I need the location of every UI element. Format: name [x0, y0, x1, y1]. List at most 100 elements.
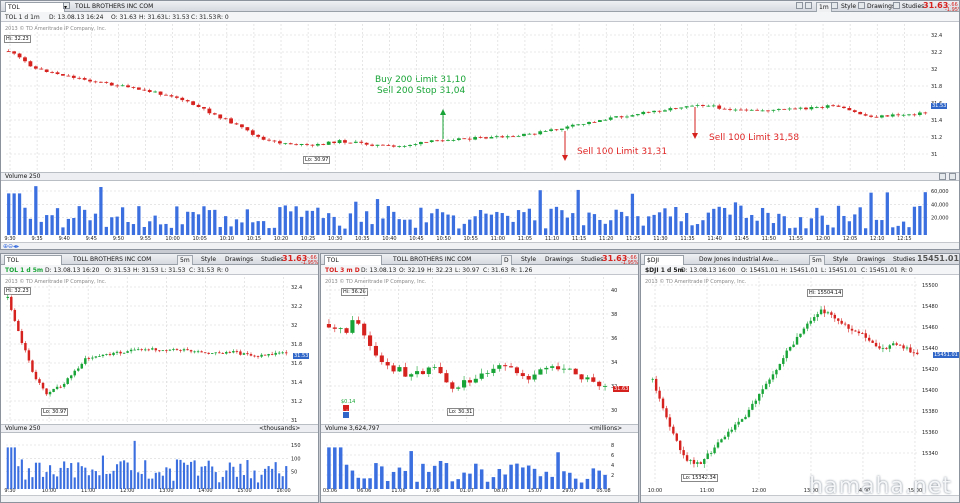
- candle: [657, 110, 662, 112]
- volume-bar: [798, 217, 803, 235]
- volume-bar: [87, 475, 90, 489]
- panel1-scrollbar[interactable]: [1, 495, 318, 502]
- volume-tick-label: 40,000: [931, 202, 949, 208]
- candle: [885, 347, 888, 349]
- volume-bar: [440, 212, 445, 235]
- volume-bar: [556, 452, 560, 489]
- price-tick-label: 15360: [922, 430, 938, 436]
- candle: [359, 141, 364, 143]
- candle: [82, 78, 87, 80]
- candle: [246, 353, 249, 355]
- candle: [673, 108, 678, 109]
- candle: [491, 368, 496, 373]
- candle: [24, 342, 27, 351]
- candle: [570, 124, 575, 127]
- candle: [413, 144, 418, 145]
- candle: [597, 381, 602, 387]
- candle: [799, 333, 802, 337]
- volume-bar: [193, 460, 196, 489]
- volume-bar: [221, 476, 224, 489]
- candle: [516, 135, 521, 137]
- collapse-icon[interactable]: [939, 173, 946, 180]
- price-tick-label: 38: [611, 312, 617, 318]
- candle: [766, 110, 770, 112]
- volume-bar: [165, 467, 168, 489]
- candle: [782, 108, 787, 110]
- candle: [326, 141, 331, 145]
- candle: [509, 366, 514, 368]
- volume-bar: [438, 460, 443, 489]
- volume-bar: [509, 464, 513, 489]
- close-icon[interactable]: [949, 173, 956, 180]
- main-price-chart[interactable]: 32.432.23231.831.631.431.2319:309:359:40…: [1, 1, 960, 250]
- candle: [740, 419, 744, 422]
- candle: [749, 109, 754, 111]
- candle: [896, 114, 901, 116]
- volume-bar: [907, 227, 911, 235]
- volume-bar: [815, 207, 819, 235]
- candle: [38, 379, 41, 383]
- candle: [229, 118, 233, 124]
- candle: [874, 342, 878, 347]
- panel2-price-chart[interactable]: 40383634323003.0606.0611.0617.0601.0708.…: [321, 254, 639, 503]
- volume-bar: [104, 226, 108, 235]
- candle: [305, 143, 309, 145]
- candle: [730, 429, 733, 432]
- volume-bar: [614, 209, 618, 235]
- price-tick-label: 32.4: [931, 33, 942, 39]
- candle: [315, 143, 320, 146]
- candle: [658, 390, 661, 399]
- volume-bar: [788, 228, 792, 235]
- candle: [456, 138, 461, 140]
- candle: [690, 105, 694, 107]
- candle: [172, 349, 175, 350]
- volume-bar: [168, 468, 171, 489]
- candle: [816, 314, 819, 318]
- main-scrollbar[interactable]: ⊕⊖◂▸: [1, 242, 959, 249]
- panel1-price-chart[interactable]: 32.432.23231.831.631.431.2319:30 10:00 11:…: [1, 254, 319, 503]
- volume-bar: [587, 212, 591, 235]
- candle: [467, 380, 472, 383]
- candle: [6, 51, 11, 52]
- candle: [168, 349, 172, 351]
- volume-bar: [359, 221, 363, 235]
- zoom-controls-icon[interactable]: ⊕⊖◂▸: [3, 243, 19, 249]
- candle: [538, 131, 543, 135]
- candle: [696, 462, 699, 464]
- candle: [782, 358, 785, 364]
- volume-bar: [94, 471, 97, 489]
- candle: [751, 403, 754, 410]
- candle: [775, 369, 778, 375]
- volume-bar: [140, 473, 143, 489]
- volume-bar: [197, 475, 200, 489]
- candle: [126, 85, 130, 88]
- candle: [706, 453, 709, 460]
- candle: [485, 372, 490, 374]
- volume-bar: [310, 210, 315, 235]
- candle: [665, 408, 668, 418]
- volume-bar: [603, 223, 607, 235]
- volume-bar: [500, 213, 504, 235]
- candle: [256, 134, 261, 137]
- candle: [277, 141, 282, 144]
- candle: [212, 113, 217, 115]
- volume-bar: [108, 473, 112, 489]
- volume-bar: [522, 212, 526, 235]
- panel2-scrollbar[interactable]: [321, 495, 638, 502]
- candle: [641, 111, 646, 115]
- volume-bar: [321, 218, 325, 235]
- candle: [84, 358, 87, 364]
- candle: [356, 320, 361, 324]
- candle: [823, 309, 826, 314]
- candle: [210, 353, 214, 354]
- candle: [912, 352, 916, 354]
- volume-bar: [424, 222, 428, 235]
- volume-bar: [120, 207, 125, 235]
- volume-bar: [544, 471, 549, 489]
- volume-bar: [568, 472, 572, 489]
- volume-bar: [636, 216, 640, 235]
- panel3-price-chart[interactable]: 1550015480154601544015420154001538015360…: [641, 254, 960, 503]
- volume-bar: [267, 466, 270, 489]
- candle: [285, 352, 288, 354]
- candle: [819, 309, 823, 315]
